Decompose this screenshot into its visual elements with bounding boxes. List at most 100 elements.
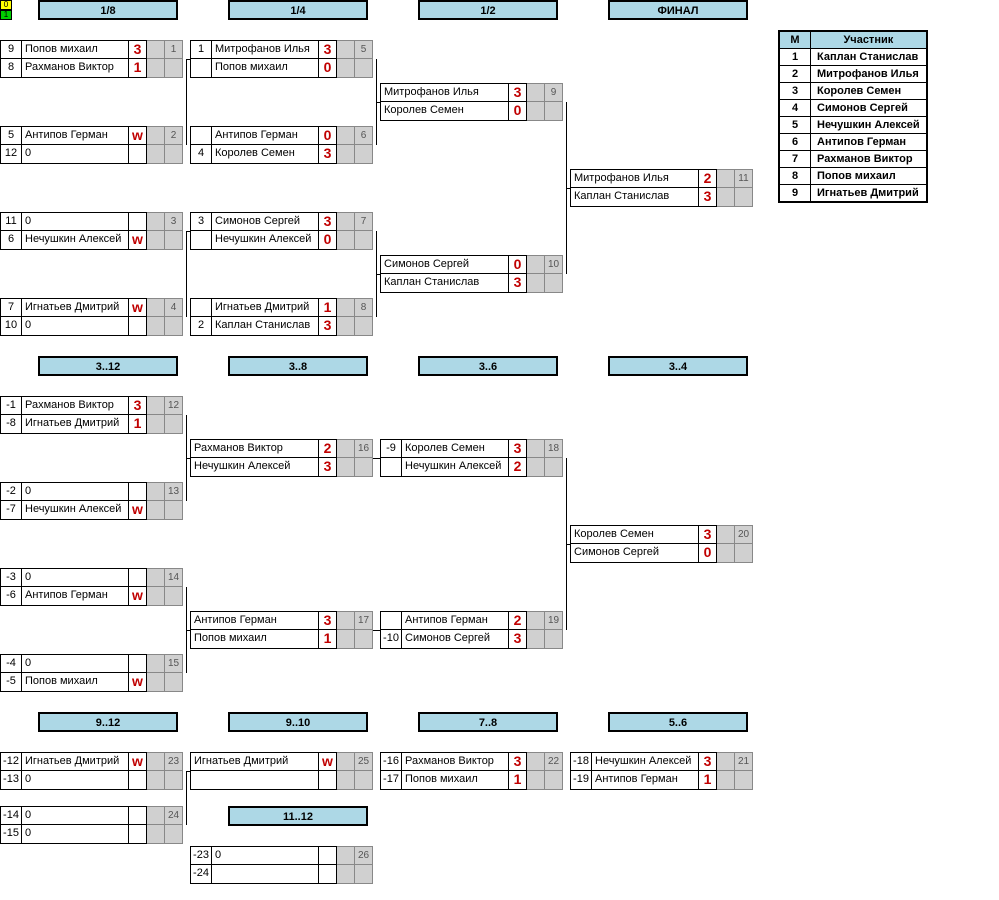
match-row: Нечушкин Алексей3: [190, 458, 373, 477]
match-id-cell: 6: [355, 126, 373, 145]
rank-cell: 2: [779, 66, 811, 83]
seed-cell: [190, 126, 212, 145]
player-name: Рахманов Виктор: [402, 752, 509, 771]
match-row: 3Симонов Сергей37: [190, 212, 373, 231]
bracket-connector: [186, 458, 190, 459]
seed-cell: 8: [0, 59, 22, 78]
spacer-cell: [337, 145, 355, 164]
seed-cell: 10: [0, 317, 22, 336]
match-id-cell: 26: [355, 846, 373, 865]
player-name: Рахманов Виктор: [22, 396, 129, 415]
rank-cell: 4: [779, 100, 811, 117]
match-row: 120: [0, 145, 183, 164]
player-name: Королев Семен: [402, 439, 509, 458]
match-row: Рахманов Виктор216: [190, 439, 373, 458]
spacer-cell: [337, 630, 355, 649]
score-cell: [319, 846, 337, 865]
match-id-cell: 14: [165, 568, 183, 587]
match-row: -17Попов михаил1: [380, 771, 563, 790]
match-id-cell: [355, 771, 373, 790]
match-row: -16Рахманов Виктор322: [380, 752, 563, 771]
match-id-cell: [165, 501, 183, 520]
player-name: 0: [22, 654, 129, 673]
match-id-cell: 22: [545, 752, 563, 771]
rank-cell: 5: [779, 117, 811, 134]
score-cell: 0: [509, 102, 527, 121]
spacer-cell: [337, 212, 355, 231]
match-id-cell: [735, 771, 753, 790]
seed-cell: -17: [380, 771, 402, 790]
spacer-cell: [527, 752, 545, 771]
spacer-cell: [337, 865, 355, 884]
seed-cell: 9: [0, 40, 22, 59]
spacer-cell: [147, 825, 165, 844]
seed-cell: 6: [0, 231, 22, 250]
match-row: -4015: [0, 654, 183, 673]
spacer-cell: [147, 126, 165, 145]
match-row: -130: [0, 771, 183, 790]
rank-cell: 7: [779, 151, 811, 168]
table-row: 5Нечушкин Алексей: [779, 117, 927, 134]
player-name: Игнатьев Дмитрий: [190, 752, 319, 771]
match-row: -6Антипов Германw: [0, 587, 183, 606]
stage-label: ФИНАЛ: [608, 0, 748, 20]
match-row: Каплан Станислав3: [380, 274, 563, 293]
stage-label: 1/8: [38, 0, 178, 20]
player-name: [190, 771, 319, 790]
player-name: Симонов Сергей: [402, 630, 509, 649]
seed-cell: [380, 458, 402, 477]
seed-cell: 12: [0, 145, 22, 164]
stage-label: 11..12: [228, 806, 368, 826]
match-id-cell: [355, 630, 373, 649]
table-row: 9Игнатьев Дмитрий: [779, 185, 927, 203]
score-cell: 3: [319, 458, 337, 477]
bracket-connector: [186, 771, 187, 825]
spacer-cell: [147, 806, 165, 825]
player-name: Симонов Сергей: [380, 255, 509, 274]
score-cell: 2: [509, 458, 527, 477]
seed-cell: 3: [190, 212, 212, 231]
corner-marker: 01: [0, 0, 12, 20]
score-cell: w: [129, 752, 147, 771]
score-cell: 0: [699, 544, 717, 563]
table-row: 8Попов михаил: [779, 168, 927, 185]
corner-cell-0: 0: [0, 0, 12, 10]
corner-cell-1: 1: [0, 10, 12, 20]
bracket-connector: [373, 458, 380, 459]
score-cell: w: [129, 587, 147, 606]
match-id-cell: [165, 317, 183, 336]
match-id-cell: [735, 544, 753, 563]
seed-cell: [190, 59, 212, 78]
spacer-cell: [147, 587, 165, 606]
match-row: 9Попов михаил31: [0, 40, 183, 59]
match-id-cell: [355, 59, 373, 78]
match-id-cell: 18: [545, 439, 563, 458]
match-row: -2013: [0, 482, 183, 501]
score-cell: 1: [319, 298, 337, 317]
score-cell: [129, 482, 147, 501]
seed-cell: 4: [190, 145, 212, 164]
score-cell: [129, 317, 147, 336]
score-cell: 3: [319, 145, 337, 164]
score-cell: 3: [319, 611, 337, 630]
seed-cell: -8: [0, 415, 22, 434]
score-cell: 1: [699, 771, 717, 790]
match-row: Королев Семен0: [380, 102, 563, 121]
seed-cell: [190, 231, 212, 250]
match-row: Игнатьев Дмитрий18: [190, 298, 373, 317]
bracket-connector: [186, 231, 187, 317]
spacer-cell: [147, 212, 165, 231]
seed-cell: -2: [0, 482, 22, 501]
match-id-cell: [545, 102, 563, 121]
spacer-cell: [337, 611, 355, 630]
match-row: -10Симонов Сергей3: [380, 630, 563, 649]
player-name: Каплан Станислав: [380, 274, 509, 293]
score-cell: 1: [509, 771, 527, 790]
match-row: -5Попов михаилw: [0, 673, 183, 692]
seed-cell: 2: [190, 317, 212, 336]
player-name: Рахманов Виктор: [190, 439, 319, 458]
match-12: -1Рахманов Виктор312-8Игнатьев Дмитрий1: [0, 396, 183, 434]
match-id-cell: [165, 59, 183, 78]
match-15: -4015-5Попов михаилw: [0, 654, 183, 692]
match-id-cell: 21: [735, 752, 753, 771]
